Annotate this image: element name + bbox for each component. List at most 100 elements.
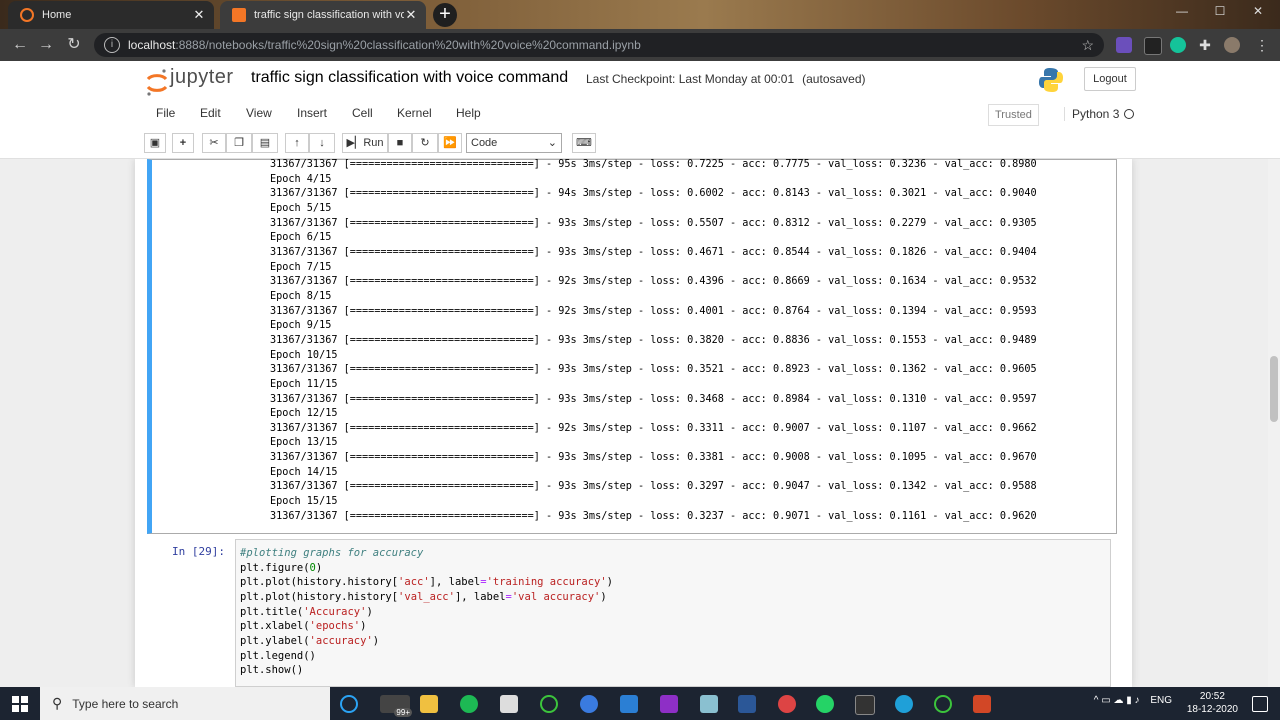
app-icon[interactable] <box>700 695 718 713</box>
minimize-icon[interactable]: — <box>1172 4 1192 18</box>
notification-badge: 99+ <box>394 708 412 717</box>
menu-edit[interactable]: Edit <box>200 106 221 120</box>
puzzle-icon[interactable]: ✚ <box>1197 37 1213 53</box>
back-icon[interactable]: ← <box>10 35 30 55</box>
app-icon[interactable] <box>580 695 598 713</box>
command-palette-icon[interactable]: ⌨ <box>572 133 596 153</box>
info-icon[interactable]: i <box>104 37 120 53</box>
spotify-icon[interactable] <box>460 695 478 713</box>
notebook-title[interactable]: traffic sign classification with voice c… <box>251 69 568 87</box>
scrollbar-thumb[interactable] <box>1270 356 1278 422</box>
app-icon[interactable] <box>540 695 558 713</box>
notebook-favicon <box>232 8 246 22</box>
cell-output: 31367/31367 [===========================… <box>270 159 1037 522</box>
forward-icon[interactable]: → <box>36 35 56 55</box>
app-icon[interactable] <box>934 695 952 713</box>
menu-dots-icon[interactable]: ⋮ <box>1254 37 1270 53</box>
notebook-container: 31367/31367 [===========================… <box>135 159 1132 687</box>
file-explorer-icon[interactable] <box>420 695 438 713</box>
window-close-icon[interactable]: ✕ <box>1248 4 1268 18</box>
menu-view[interactable]: View <box>246 106 272 120</box>
cut-icon[interactable]: ✂ <box>202 133 226 153</box>
onenote-icon[interactable] <box>660 695 678 713</box>
extension-icon[interactable] <box>1116 37 1132 53</box>
checkpoint-status: Last Checkpoint: Last Monday at 00:01 (au… <box>586 72 866 86</box>
code-text: #plotting graphs for accuracy plt.figure… <box>240 547 613 677</box>
word-icon[interactable] <box>738 695 756 713</box>
move-up-icon[interactable]: ↑ <box>285 133 309 153</box>
menu-file[interactable]: File <box>156 106 175 120</box>
maximize-icon[interactable]: ☐ <box>1210 4 1230 18</box>
tab-notebook[interactable]: traffic sign classification with voice c… <box>220 1 426 29</box>
cell-type-select[interactable]: Code ⌄ <box>466 133 562 153</box>
restart-run-all-icon[interactable]: ⏩ <box>438 133 462 153</box>
clock-time: 20:52 <box>1199 691 1225 702</box>
code-editor[interactable]: #plotting graphs for accuracy plt.figure… <box>235 539 1111 687</box>
close-icon[interactable]: ✕ <box>192 7 206 23</box>
search-placeholder: Type here to search <box>72 696 179 711</box>
tab-home-label: Home <box>42 9 72 21</box>
vscode-icon[interactable] <box>620 695 638 713</box>
windows-start-icon[interactable] <box>12 696 28 712</box>
copy-icon[interactable]: ❐ <box>226 133 252 153</box>
logout-button[interactable]: Logout <box>1084 67 1136 91</box>
new-tab-button[interactable]: + <box>433 3 457 27</box>
run-label: Run <box>363 137 384 149</box>
output-cell[interactable]: 31367/31367 [===========================… <box>147 159 1117 534</box>
kernel-status-icon <box>1124 109 1134 119</box>
paste-icon[interactable]: ▤ <box>252 133 278 153</box>
extension-icon[interactable] <box>1144 37 1162 55</box>
scrollbar[interactable] <box>1268 159 1280 687</box>
profile-avatar[interactable] <box>1224 37 1240 53</box>
cell-type-value: Code <box>471 137 498 149</box>
url-path: :8888/notebooks/traffic%20sign%20classif… <box>175 38 641 52</box>
chrome-icon[interactable] <box>778 695 796 713</box>
tab-notebook-label: traffic sign classification with voice c <box>254 9 404 21</box>
edge-icon[interactable] <box>895 695 913 713</box>
checkpoint-text: Last Checkpoint: Last Monday at 00:01 <box>586 72 795 86</box>
search-icon: ⚲ <box>52 695 63 711</box>
cortana-icon[interactable] <box>340 695 358 713</box>
tab-home[interactable]: Home ✕ <box>8 1 214 29</box>
menu-cell[interactable]: Cell <box>352 106 373 120</box>
code-cell[interactable]: In [29]: #plotting graphs for accuracy p… <box>147 539 1117 687</box>
powerpoint-icon[interactable] <box>973 695 991 713</box>
restart-icon[interactable]: ↻ <box>412 133 438 153</box>
run-button[interactable]: ▶▏Run <box>342 133 388 153</box>
autosave-status: (autosaved) <box>802 72 866 86</box>
whatsapp-icon[interactable] <box>816 695 834 713</box>
notification-icon[interactable] <box>1252 696 1268 712</box>
mail-icon[interactable]: 99+ <box>380 695 412 717</box>
kernel-name[interactable]: Python 3 <box>1064 107 1119 121</box>
menu-help[interactable]: Help <box>456 106 481 120</box>
input-prompt: In [29]: <box>172 545 225 558</box>
menu-bar: File Edit View Insert Cell Kernel Help T… <box>140 101 1140 127</box>
address-bar: ← → ↻ i localhost:8888/notebooks/traffic… <box>0 29 1280 61</box>
url-input[interactable]: i localhost:8888/notebooks/traffic%20sig… <box>94 33 1104 57</box>
python-logo-icon <box>1039 68 1063 92</box>
clock-date: 18-12-2020 <box>1186 704 1238 715</box>
taskbar-search-input[interactable]: ⚲ Type here to search <box>40 687 330 720</box>
insert-cell-icon[interactable]: + <box>172 133 194 153</box>
bookmark-star-icon[interactable]: ☆ <box>1081 37 1094 54</box>
terminal-icon[interactable] <box>855 695 875 715</box>
save-icon[interactable]: ▣ <box>144 133 166 153</box>
browser-tab-bar: Home ✕ traffic sign classification with … <box>0 0 1280 29</box>
url-host: localhost <box>128 38 176 52</box>
notepad-icon[interactable] <box>500 695 518 713</box>
clock[interactable]: 20:52 18-12-2020 <box>1187 690 1238 716</box>
interrupt-icon[interactable]: ■ <box>388 133 412 153</box>
language-indicator: ENG <box>1150 695 1172 706</box>
menu-kernel[interactable]: Kernel <box>397 106 432 120</box>
reload-icon[interactable]: ↻ <box>64 35 84 55</box>
menu-insert[interactable]: Insert <box>297 106 327 120</box>
jupyter-logo-text: jupyter <box>170 66 234 88</box>
notebook-toolbar: ▣ + ✂ ❐ ▤ ↑ ↓ ▶▏Run ■ ↻ ⏩ Code ⌄ ⌨ <box>140 131 1140 157</box>
move-down-icon[interactable]: ↓ <box>309 133 335 153</box>
grammarly-icon[interactable] <box>1170 37 1186 53</box>
jupyter-favicon <box>20 8 34 22</box>
trusted-badge[interactable]: Trusted <box>988 104 1039 126</box>
close-icon[interactable]: ✕ <box>404 7 418 23</box>
chevron-down-icon: ⌄ <box>547 137 557 149</box>
windows-taskbar: ⚲ Type here to search 99+ ^ ▭ ☁ ▮ ♪ ENG … <box>0 687 1280 720</box>
